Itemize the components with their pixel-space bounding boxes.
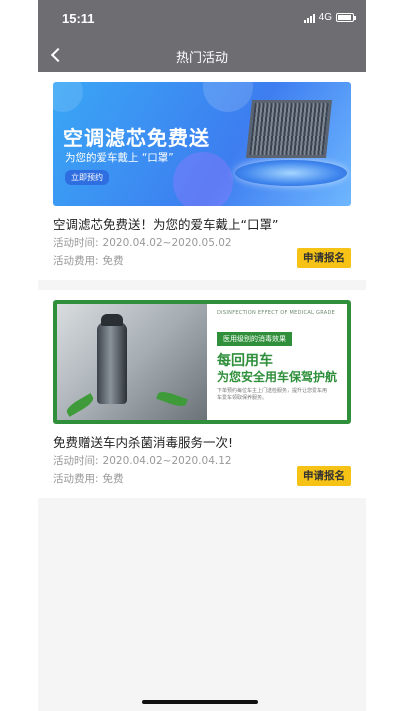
fee-value: 免费 (102, 473, 124, 485)
banner-headline: 每回用车 (217, 353, 273, 369)
activity-title: 免费赠送车内杀菌消毒服务一次! (53, 435, 234, 450)
banner-subline: 为您的爱车戴上 “口罩” (65, 152, 174, 164)
purifier-device (97, 314, 127, 404)
page-title: 热门活动 (175, 51, 228, 66)
status-icons: 4G (303, 12, 356, 23)
phone-screen: 15:11 4G 热门活动 空调滤芯免费送 为您的爱车戴上 “口罩” 立即预约 (38, 0, 366, 711)
status-bar: 15:11 4G (38, 0, 366, 38)
car-interior-photo (57, 304, 207, 420)
fee-label: 活动费用: (53, 255, 99, 267)
air-filter-image (245, 100, 333, 158)
leaf-decoration (156, 389, 188, 409)
banner-description: 下单预约每位车主上门送检服务，提升让您爱车用车爱车领取保养服务。 (217, 388, 328, 401)
signup-button[interactable]: 申请报名 (297, 248, 351, 268)
activity-card[interactable]: DISINFECTION EFFECT OF MEDICAL GRADE 医用级… (38, 280, 366, 498)
activity-banner-image[interactable]: DISINFECTION EFFECT OF MEDICAL GRADE 医用级… (53, 300, 351, 424)
banner-book-button[interactable]: 立即预约 (65, 170, 109, 185)
signup-button[interactable]: 申请报名 (297, 466, 351, 486)
banner-tag: 医用级别的消毒效果 (217, 332, 292, 346)
activity-list: 空调滤芯免费送 为您的爱车戴上 “口罩” 立即预约 空调滤芯免费送！为您的爱车戴… (38, 72, 366, 498)
status-time: 15:11 (62, 11, 95, 26)
fee-value: 免费 (102, 255, 124, 267)
signal-icon (303, 13, 315, 23)
network-type: 4G (318, 12, 332, 23)
home-indicator[interactable] (142, 700, 258, 704)
time-value: 2020.04.02~2020.05.02 (102, 237, 232, 249)
leaf-decoration (64, 393, 96, 417)
time-label: 活动时间: (53, 455, 99, 467)
banner-subline: 为您安全用车保驾护航 (217, 370, 338, 384)
display-stage (235, 160, 347, 186)
fee-label: 活动费用: (53, 473, 99, 485)
activity-title: 空调滤芯免费送！为您的爱车戴上“口罩” (53, 217, 279, 232)
activity-banner-image[interactable]: 空调滤芯免费送 为您的爱车戴上 “口罩” 立即预约 (53, 82, 351, 206)
time-label: 活动时间: (53, 237, 99, 249)
activity-card[interactable]: 空调滤芯免费送 为您的爱车戴上 “口罩” 立即预约 空调滤芯免费送！为您的爱车戴… (38, 72, 366, 280)
battery-icon (336, 13, 356, 22)
banner-headline: 空调滤芯免费送 (63, 126, 210, 150)
banner-header: DISINFECTION EFFECT OF MEDICAL GRADE (217, 310, 336, 316)
time-value: 2020.04.02~2020.04.12 (102, 455, 232, 467)
nav-bar: 热门活动 (38, 38, 366, 72)
